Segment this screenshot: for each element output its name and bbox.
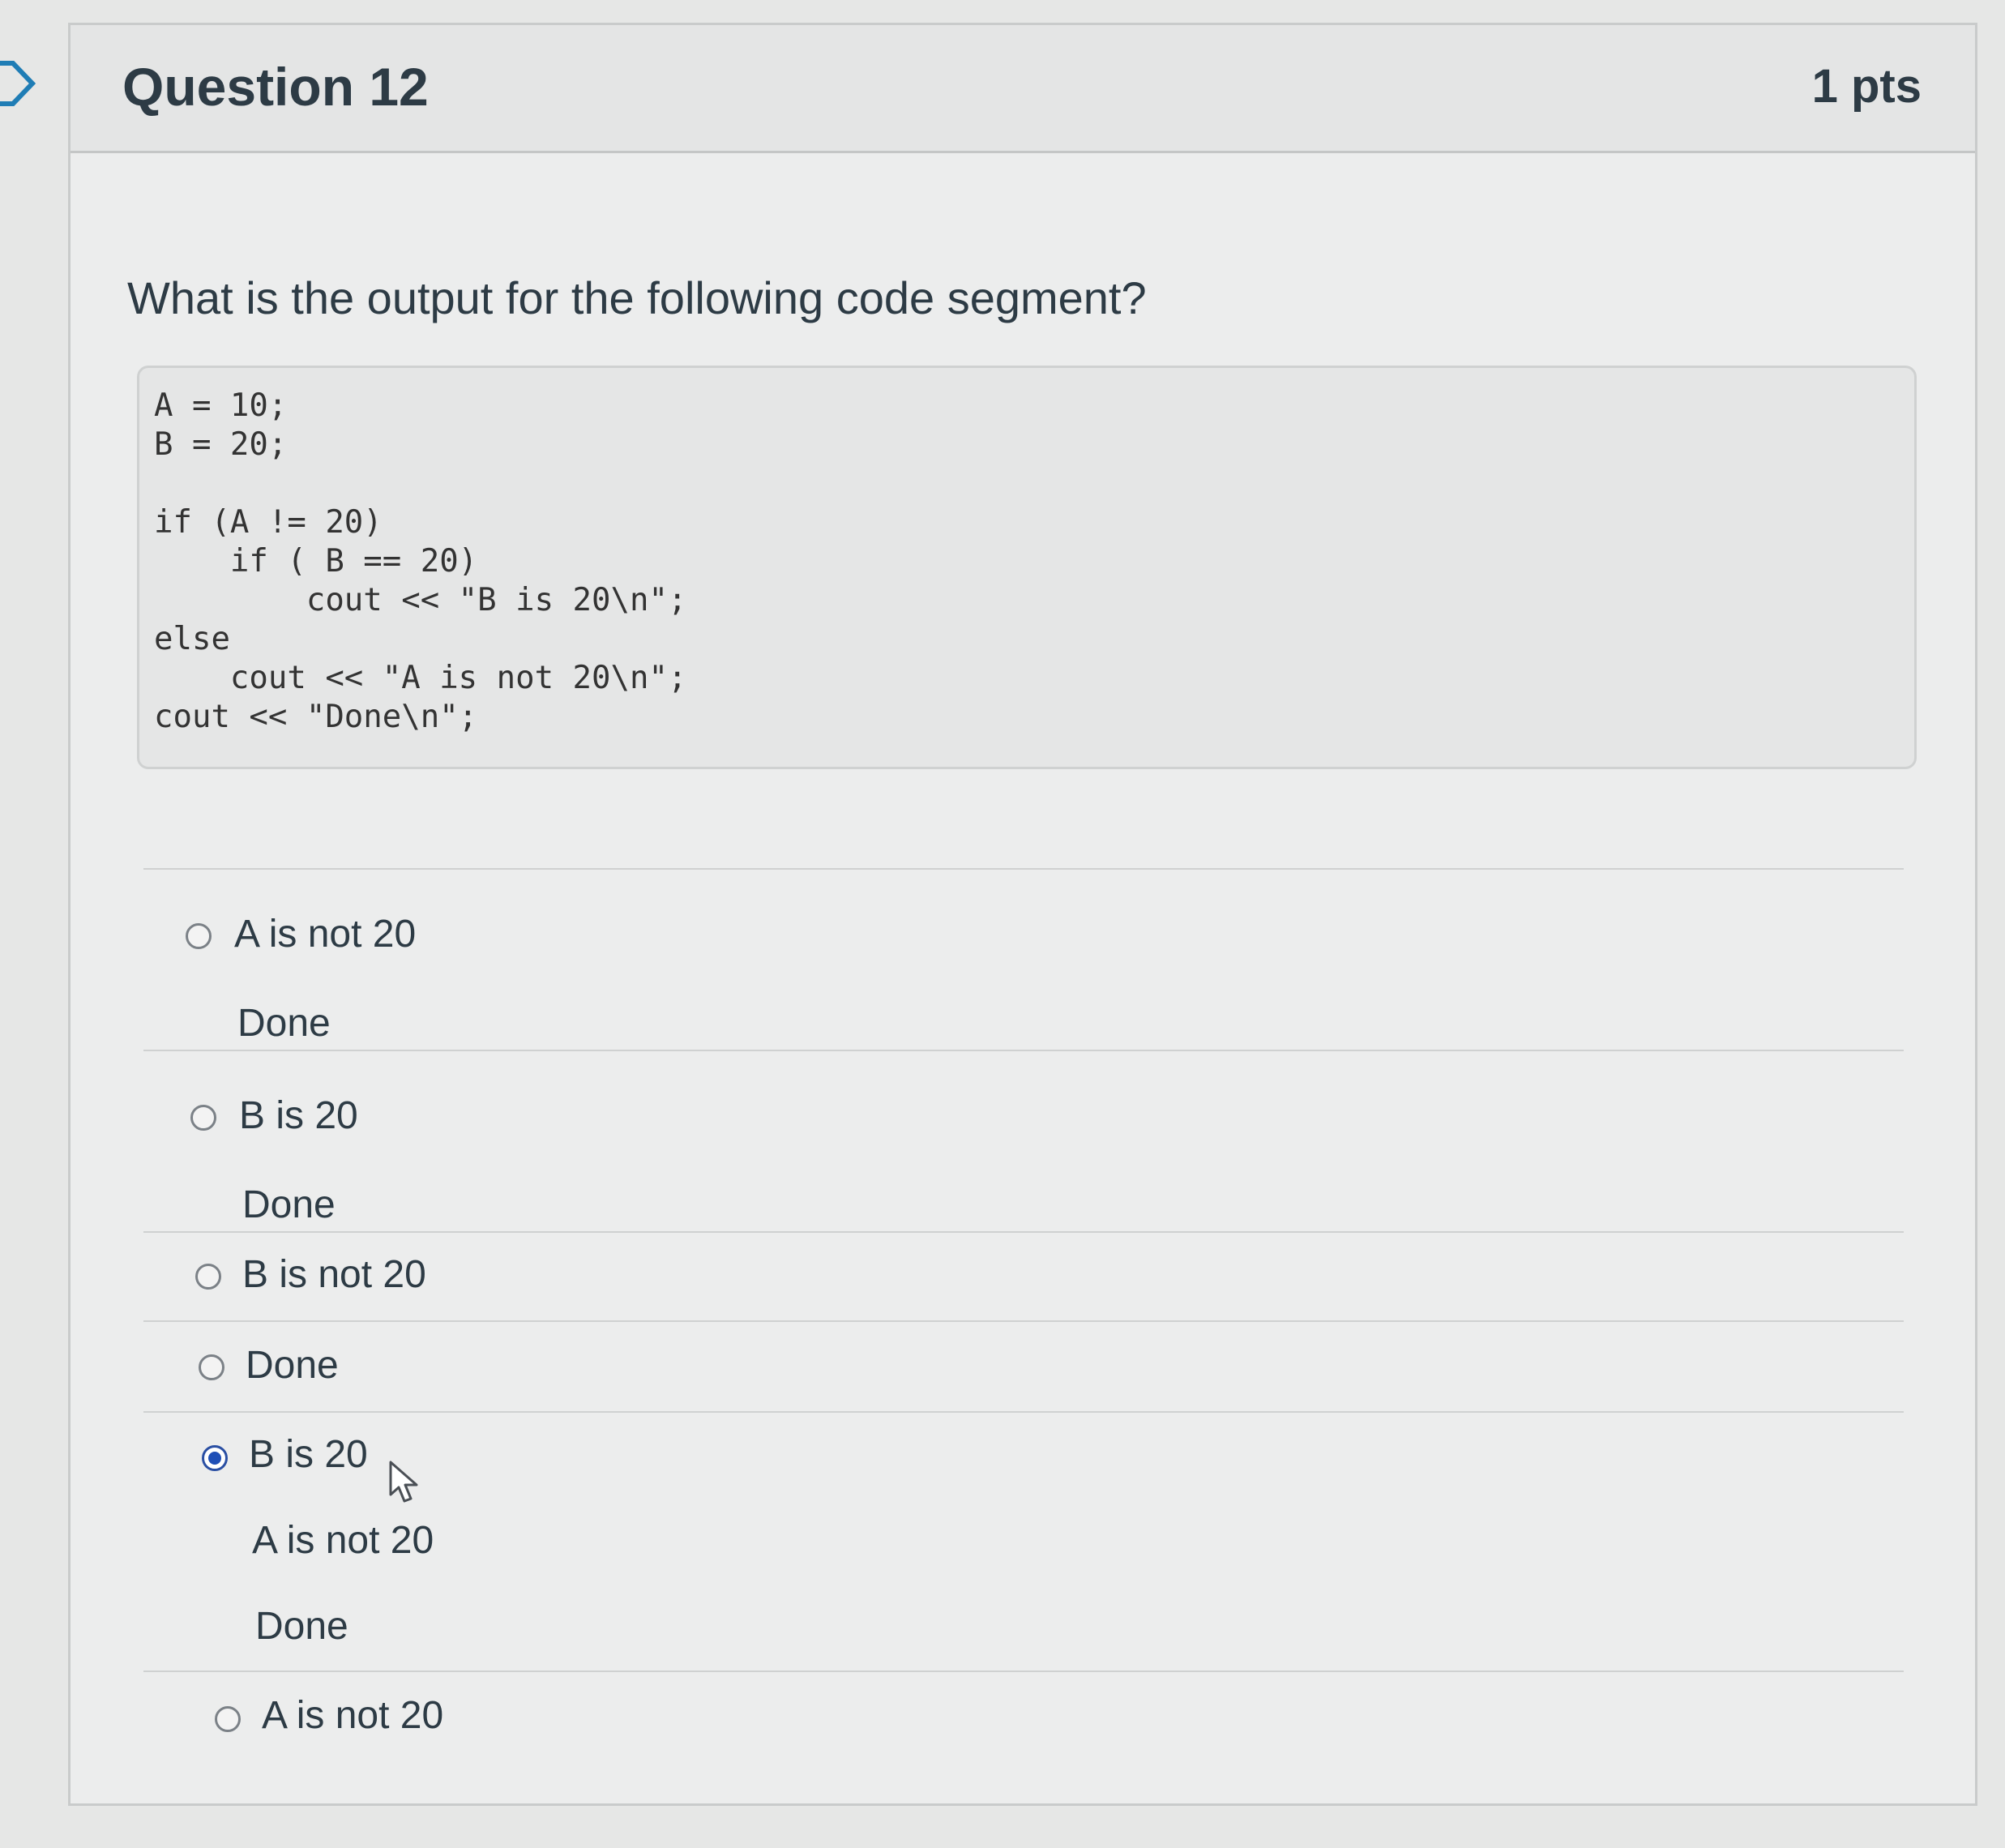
answer-line: Done xyxy=(237,1002,331,1045)
answer-option[interactable]: A is not 20 xyxy=(143,1670,1904,1760)
question-card: Question 12 1 pts What is the output for… xyxy=(68,23,1977,1806)
question-title: Question 12 xyxy=(122,57,429,117)
answer-option[interactable]: B is 20 Done xyxy=(143,1050,1904,1230)
radio-button[interactable] xyxy=(199,1354,224,1380)
answer-option[interactable]: B is not 20 xyxy=(143,1231,1904,1320)
question-header: Question 12 1 pts xyxy=(71,25,1975,153)
radio-button[interactable] xyxy=(215,1706,241,1732)
question-prompt: What is the output for the following cod… xyxy=(127,272,1147,323)
radio-button-selected[interactable] xyxy=(202,1445,228,1471)
code-line: if ( B == 20) xyxy=(154,543,478,580)
code-line: else xyxy=(154,621,230,657)
radio-button[interactable] xyxy=(186,923,212,949)
answer-option[interactable]: Done xyxy=(143,1320,1904,1411)
radio-button[interactable] xyxy=(190,1105,216,1131)
code-line: cout << "B is 20\n"; xyxy=(154,582,687,618)
answer-line: B is 20 xyxy=(249,1433,368,1476)
answer-line: A is not 20 xyxy=(262,1694,444,1737)
answer-line: Done xyxy=(246,1344,339,1387)
radio-button[interactable] xyxy=(195,1264,221,1290)
flag-marker-icon[interactable] xyxy=(0,58,36,109)
code-line: A = 10; xyxy=(154,387,288,424)
code-line: cout << "A is not 20\n"; xyxy=(154,660,687,696)
answer-line: A is not 20 xyxy=(234,913,417,956)
answer-option-selected[interactable]: B is 20 A is not 20 Done xyxy=(143,1411,1904,1669)
answer-line: B is 20 xyxy=(239,1094,358,1137)
code-block: A = 10; B = 20; if (A != 20) if ( B == 2… xyxy=(137,366,1917,769)
answer-line: B is not 20 xyxy=(242,1253,426,1296)
answer-line: A is not 20 xyxy=(252,1519,434,1562)
code-line: B = 20; xyxy=(154,426,288,463)
answer-option[interactable]: A is not 20 Done xyxy=(143,868,1904,1048)
mouse-pointer-icon xyxy=(389,1461,418,1503)
question-points: 1 pts xyxy=(1811,60,1922,113)
code-line: if (A != 20) xyxy=(154,504,383,541)
code-line: cout << "Done\n"; xyxy=(154,699,478,735)
answer-line: Done xyxy=(255,1605,348,1648)
answer-line: Done xyxy=(242,1183,336,1226)
